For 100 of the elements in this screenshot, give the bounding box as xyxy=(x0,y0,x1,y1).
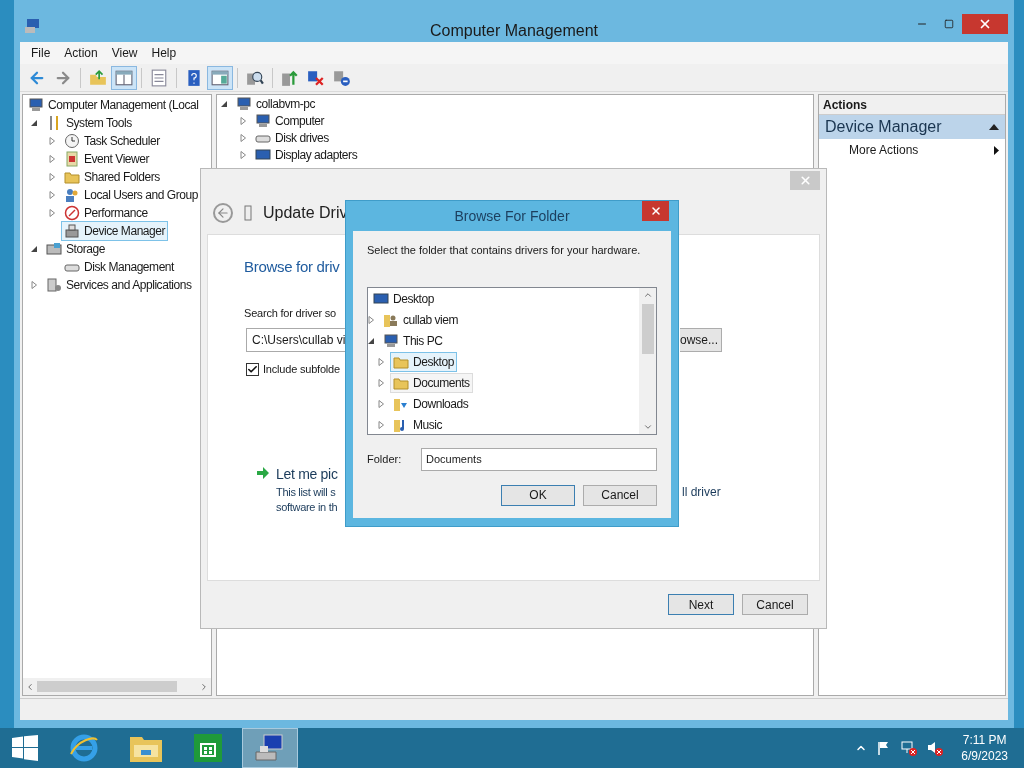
tree-item[interactable]: Device Manager xyxy=(61,221,169,241)
tree-item[interactable]: Local Users and Group xyxy=(61,185,201,205)
tree-item[interactable]: Computer Management (Local xyxy=(25,95,202,115)
dialog-button[interactable]: Next xyxy=(668,594,734,615)
action-item[interactable]: More Actions xyxy=(819,139,1005,161)
collapsed-arrow-icon[interactable] xyxy=(48,137,56,145)
expanded-arrow-icon[interactable] xyxy=(368,337,375,345)
instruction-text: Select the folder that contains drivers for your hardware. xyxy=(367,243,642,258)
tree-item[interactable]: Desktop xyxy=(390,352,457,372)
actions-header: Actions xyxy=(819,95,1005,115)
tree-item[interactable]: Performance xyxy=(61,203,151,223)
collapsed-arrow-icon[interactable] xyxy=(368,316,375,324)
pick-description: software in th xyxy=(276,500,338,515)
tree-item[interactable]: Downloads xyxy=(390,394,472,414)
gauge-icon xyxy=(64,205,80,221)
computer-icon xyxy=(255,112,271,129)
users-icon xyxy=(64,187,80,203)
collapsed-arrow-icon[interactable] xyxy=(239,150,247,159)
browser-icon xyxy=(68,732,100,764)
folder-icon xyxy=(393,375,409,391)
expanded-arrow-icon[interactable] xyxy=(220,99,228,108)
collapsed-arrow-icon[interactable] xyxy=(48,191,56,199)
menu-item[interactable]: Action xyxy=(57,44,105,62)
collapsed-arrow-icon[interactable] xyxy=(239,116,247,125)
pick-description: This list will s xyxy=(276,485,336,500)
dialog-button[interactable]: OK xyxy=(501,484,575,506)
network-error-icon[interactable] xyxy=(901,740,918,756)
tree-item[interactable]: Shared Folders xyxy=(61,167,163,187)
menu-item[interactable]: Help xyxy=(144,44,184,62)
dialog-button[interactable]: Cancel xyxy=(742,594,808,615)
close-icon xyxy=(649,205,662,217)
back-icon[interactable] xyxy=(213,202,233,223)
horizontal-scrollbar[interactable] xyxy=(23,678,211,695)
close-button[interactable] xyxy=(642,201,669,221)
collapsed-arrow-icon[interactable] xyxy=(377,358,385,366)
collapsed-arrow-icon[interactable] xyxy=(30,281,38,289)
scroll-thumb[interactable] xyxy=(37,681,177,692)
tree-tool-icon[interactable] xyxy=(111,65,137,90)
close-icon xyxy=(798,174,812,187)
close-button[interactable] xyxy=(962,14,1008,34)
clock[interactable]: 7:11 PM 6/9/2023 xyxy=(961,732,1008,764)
menu-item[interactable]: View xyxy=(104,44,145,62)
tree-item[interactable]: Event Viewer xyxy=(61,149,153,169)
collapsed-arrow-icon[interactable] xyxy=(48,155,56,163)
page-heading: Browse for driv xyxy=(244,257,340,277)
management-icon xyxy=(254,732,286,764)
close-icon xyxy=(978,17,992,31)
search-label: Search for driver so xyxy=(244,306,336,321)
expanded-arrow-icon[interactable] xyxy=(30,119,38,127)
taskbar-app-button[interactable] xyxy=(242,728,298,768)
folder-icon xyxy=(64,169,80,185)
collapsed-arrow-icon[interactable] xyxy=(48,173,56,181)
scroll-right-icon[interactable] xyxy=(199,681,209,692)
checkbox-label: Include subfolde xyxy=(263,362,340,377)
computer-icon xyxy=(28,97,44,113)
user-folder-icon xyxy=(383,312,399,328)
dialog-button[interactable]: Cancel xyxy=(583,484,657,506)
expanded-arrow-icon[interactable] xyxy=(30,245,38,253)
app-icon xyxy=(24,18,40,34)
monitor-icon xyxy=(255,146,271,163)
actions-section-header[interactable]: Device Manager xyxy=(819,115,1005,139)
tree-item[interactable]: Storage xyxy=(43,239,108,259)
folder-icon xyxy=(393,354,409,370)
folder-field[interactable]: Documents xyxy=(421,447,657,471)
tree-item[interactable]: This PC xyxy=(380,331,446,351)
services-icon xyxy=(46,277,62,293)
tree-item[interactable]: Services and Applications xyxy=(43,275,195,295)
scroll-left-icon[interactable] xyxy=(25,681,35,692)
store-icon xyxy=(192,732,224,764)
tree-item[interactable]: Desktop xyxy=(370,289,437,309)
windows-logo-icon xyxy=(12,735,38,761)
folder-label: Folder: xyxy=(367,451,403,467)
checkbox[interactable] xyxy=(246,362,259,376)
tree-item[interactable]: Music xyxy=(390,415,446,434)
collapsed-arrow-icon[interactable] xyxy=(239,133,247,142)
dialog-title: Browse For Folder xyxy=(454,206,570,226)
pick-link[interactable]: Let me pic xyxy=(276,464,338,485)
muted-speaker-icon[interactable] xyxy=(927,740,944,756)
collapsed-arrow-icon[interactable] xyxy=(48,209,56,217)
clock-icon xyxy=(64,133,80,149)
browse-button[interactable]: owse... xyxy=(680,328,722,352)
computer-icon xyxy=(383,333,399,349)
tree-item[interactable]: cullab viem xyxy=(380,310,462,330)
tree-item[interactable]: Task Scheduler xyxy=(61,131,163,151)
tree-item[interactable]: System Tools xyxy=(43,113,135,133)
pick-description: ll driver xyxy=(682,485,721,500)
collapsed-arrow-icon[interactable] xyxy=(377,400,385,408)
log-icon xyxy=(64,151,80,167)
arrow-icon xyxy=(256,466,270,480)
collapsed-arrow-icon[interactable] xyxy=(377,379,385,387)
pane-tool-icon[interactable] xyxy=(207,65,233,90)
scroll-thumb[interactable] xyxy=(641,303,654,354)
vertical-scrollbar[interactable] xyxy=(639,287,656,434)
submenu-arrow-icon xyxy=(994,145,999,155)
maximize-icon xyxy=(943,19,954,29)
collapsed-arrow-icon[interactable] xyxy=(377,421,385,429)
tree-item[interactable]: Disk Management xyxy=(61,257,177,277)
menu-item[interactable]: File xyxy=(24,44,58,62)
download-folder-icon xyxy=(393,396,409,412)
tree-item[interactable]: Documents xyxy=(390,373,473,393)
